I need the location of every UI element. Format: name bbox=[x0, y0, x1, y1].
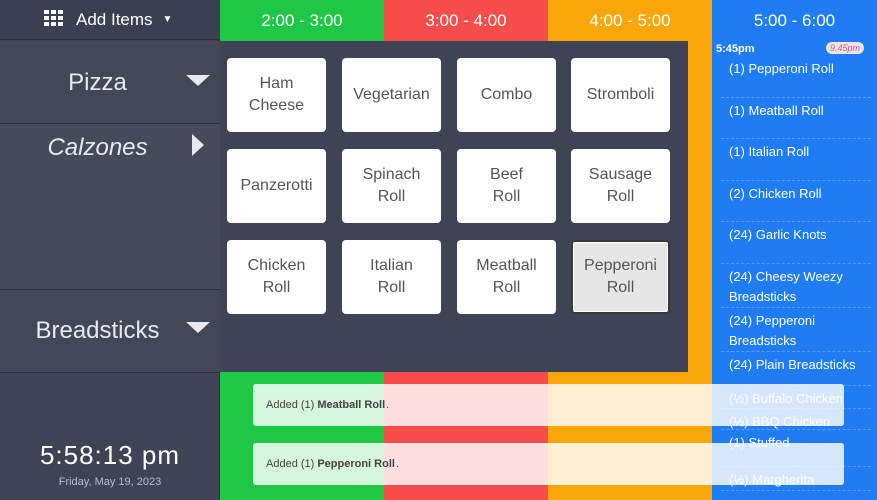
category-label: Calzones bbox=[47, 134, 148, 161]
category-label: Breadsticks bbox=[35, 317, 160, 344]
toast-notification[interactable]: Added (1) Meatball Roll. bbox=[253, 384, 844, 426]
order-time: 5:45pm bbox=[716, 43, 755, 55]
add-items-label: Add Items bbox=[76, 9, 153, 29]
menu-item-chicken-roll[interactable]: Chicken Roll bbox=[227, 240, 326, 314]
menu-item-beef-roll[interactable]: Beef Roll bbox=[457, 149, 556, 223]
chevron-right-icon bbox=[192, 134, 204, 156]
order-item[interactable]: (24) Plain Breadsticks bbox=[721, 352, 871, 386]
chevron-down-icon bbox=[186, 322, 210, 333]
toast-suffix: . bbox=[395, 458, 399, 470]
menu-item-combo[interactable]: Combo bbox=[457, 58, 556, 132]
order-item[interactable]: (1) Pepperoni Roll bbox=[721, 56, 871, 98]
order-time-badge: 9.45pm bbox=[826, 42, 865, 54]
toast-notification[interactable]: Added (1) Pepperoni Roll. bbox=[253, 443, 844, 485]
category-pizza[interactable]: Pizza bbox=[0, 41, 220, 124]
menu-item-sausage-roll[interactable]: Sausage Roll bbox=[571, 149, 670, 223]
order-item[interactable]: (24) Pepperoni Breadsticks bbox=[721, 308, 871, 352]
clock-time: 5:58:13 pm bbox=[39, 440, 181, 470]
menu-item-panzerotti[interactable]: Panzerotti bbox=[227, 149, 326, 223]
time-slot-header[interactable]: 3:00 - 4:00 bbox=[384, 0, 548, 41]
toast-item: Pepperoni Roll bbox=[317, 458, 395, 470]
caret-down-icon: ▼ bbox=[162, 14, 173, 25]
clock-date: Friday, May 19, 2023 bbox=[58, 476, 162, 488]
time-slot-header[interactable]: 2:00 - 3:00 bbox=[220, 0, 384, 41]
order-item[interactable]: (1) Meatball Roll bbox=[721, 98, 871, 139]
order-item[interactable]: (1) Italian Roll bbox=[721, 139, 871, 181]
menu-item-italian-roll[interactable]: Italian Roll bbox=[342, 240, 441, 314]
category-breadsticks[interactable]: Breadsticks bbox=[0, 290, 220, 373]
chevron-down-icon bbox=[186, 75, 210, 86]
time-slot-header[interactable]: 4:00 - 5:00 bbox=[548, 0, 712, 41]
category-label: Pizza bbox=[68, 69, 127, 96]
order-item[interactable]: (24) Garlic Knots bbox=[721, 222, 871, 264]
sidebar: Add Items ▼ Pizza Calzones Breadsticks 5… bbox=[0, 0, 220, 500]
menu-item-ham-cheese[interactable]: Ham Cheese bbox=[227, 58, 326, 132]
toast-prefix: Added (1) bbox=[266, 399, 315, 411]
toast-item: Meatball Roll bbox=[317, 399, 386, 411]
add-items-button[interactable]: Add Items ▼ bbox=[0, 0, 220, 40]
pos-screen: 2:00 - 3:00 3:00 - 4:00 4:00 - 5:00 5:00… bbox=[0, 0, 877, 500]
menu-item-meatball-roll[interactable]: Meatball Roll bbox=[457, 240, 556, 314]
menu-item-pepperoni-roll[interactable]: Pepperoni Roll bbox=[571, 240, 670, 314]
grid-menu-icon bbox=[44, 10, 63, 26]
menu-item-vegetarian[interactable]: Vegetarian bbox=[342, 58, 441, 132]
menu-items-panel: Ham Cheese Vegetarian Combo Stromboli Pa… bbox=[220, 41, 688, 372]
category-calzones[interactable]: Calzones bbox=[0, 124, 220, 290]
menu-item-stromboli[interactable]: Stromboli bbox=[571, 58, 670, 132]
menu-item-spinach-roll[interactable]: Spinach Roll bbox=[342, 149, 441, 223]
time-slot-header[interactable]: 5:00 - 6:00 bbox=[712, 0, 877, 41]
order-item[interactable]: (2) Chicken Roll bbox=[721, 181, 871, 222]
toast-prefix: Added (1) bbox=[266, 458, 315, 470]
toast-suffix: . bbox=[386, 399, 390, 411]
order-item[interactable]: (24) Cheesy Weezy Breadsticks bbox=[721, 264, 871, 308]
